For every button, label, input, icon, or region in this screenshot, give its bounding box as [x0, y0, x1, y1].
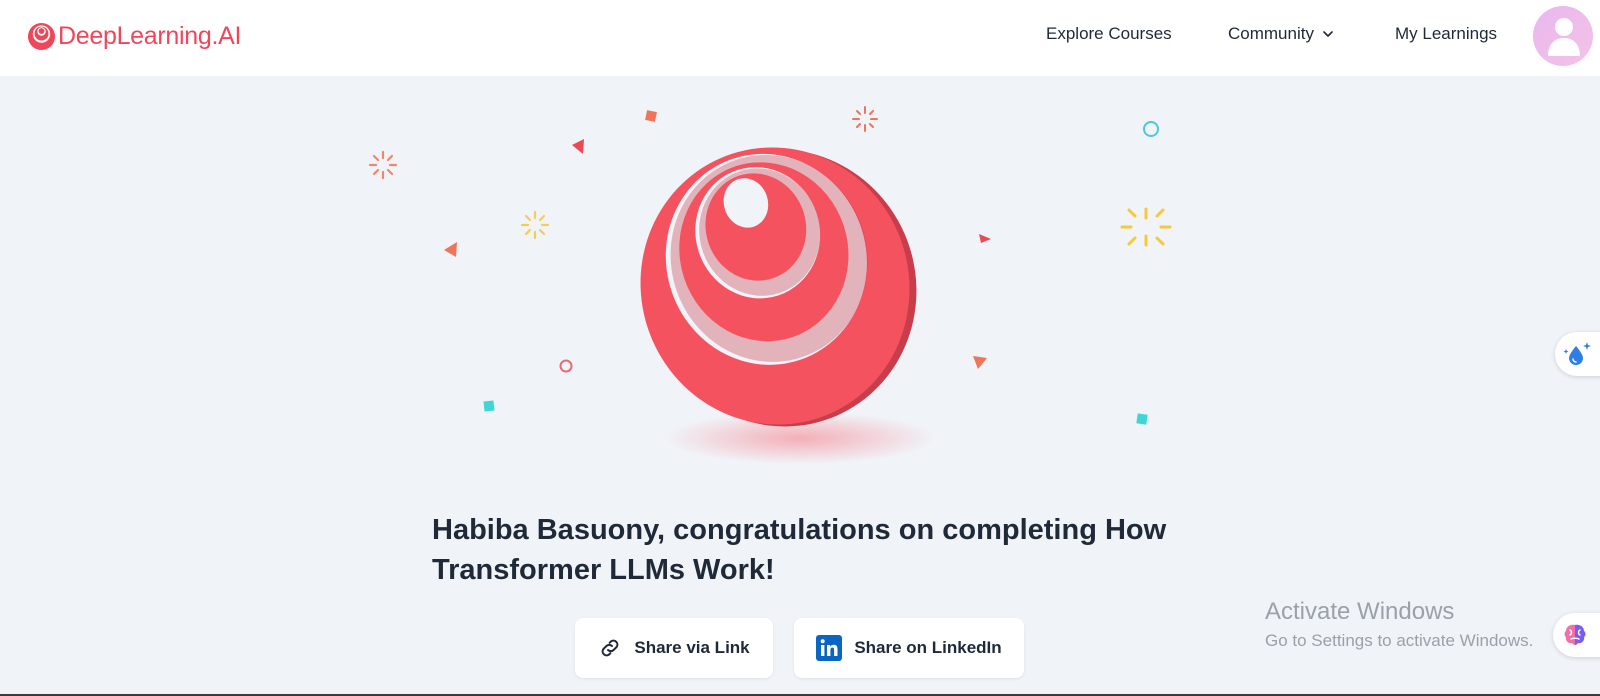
- share-via-link-label: Share via Link: [634, 638, 750, 657]
- confetti-triangle: [973, 356, 987, 369]
- floating-brain-button[interactable]: [1553, 613, 1600, 657]
- nav-community-label: Community: [1228, 24, 1314, 43]
- confetti-square: [645, 110, 657, 122]
- confetti-triangle: [979, 234, 991, 243]
- chevron-down-icon: [1323, 31, 1333, 37]
- logo-text: DeepLearning.AI: [58, 21, 242, 50]
- share-on-linkedin-label: Share on LinkedIn: [854, 638, 1002, 657]
- deeplearning-ai-logo[interactable]: DeepLearning.AI: [27, 20, 241, 52]
- activate-windows-watermark: Activate Windows Go to Settings to activ…: [1265, 598, 1533, 651]
- confetti-square: [483, 400, 495, 412]
- nav-my-learnings[interactable]: My Learnings: [1395, 24, 1497, 44]
- floating-assistant-button[interactable]: [1555, 332, 1600, 376]
- completion-title: Habiba Basuony, congratulations on compl…: [432, 514, 1167, 586]
- confetti-square: [1136, 413, 1148, 425]
- user-avatar[interactable]: [1533, 6, 1593, 66]
- link-icon: [598, 636, 622, 660]
- linkedin-icon: [816, 635, 843, 661]
- user-avatar-icon: [1548, 18, 1580, 56]
- sparkle-yellow-large: [1120, 207, 1172, 247]
- confetti-circle: [559, 359, 573, 373]
- nav-explore-courses[interactable]: Explore Courses: [1046, 24, 1172, 44]
- confetti-triangle: [444, 242, 457, 257]
- share-via-link-button[interactable]: Share via Link: [575, 618, 773, 678]
- confetti-logo-illustration: [368, 106, 1172, 464]
- celebration-illustration: [360, 90, 1180, 480]
- 3d-logo: [640, 147, 917, 427]
- top-navigation-bar: DeepLearning.AI Explore Courses Communit…: [0, 0, 1600, 76]
- confetti-circle: [1143, 121, 1159, 137]
- sparkle-drop-icon: [1563, 342, 1591, 365]
- confetti-triangle: [572, 139, 584, 154]
- watermark-title: Activate Windows: [1265, 598, 1455, 625]
- sparkle-red: [852, 106, 878, 132]
- deeplearning-logo-icon: [27, 22, 56, 50]
- brain-icon: [1564, 624, 1586, 645]
- sparkle-orange: [368, 150, 398, 180]
- sparkle-yellow-small: [520, 210, 550, 240]
- nav-community-dropdown[interactable]: Community: [1228, 24, 1334, 44]
- watermark-subtitle: Go to Settings to activate Windows.: [1265, 631, 1534, 650]
- share-on-linkedin-button[interactable]: Share on LinkedIn: [794, 618, 1024, 678]
